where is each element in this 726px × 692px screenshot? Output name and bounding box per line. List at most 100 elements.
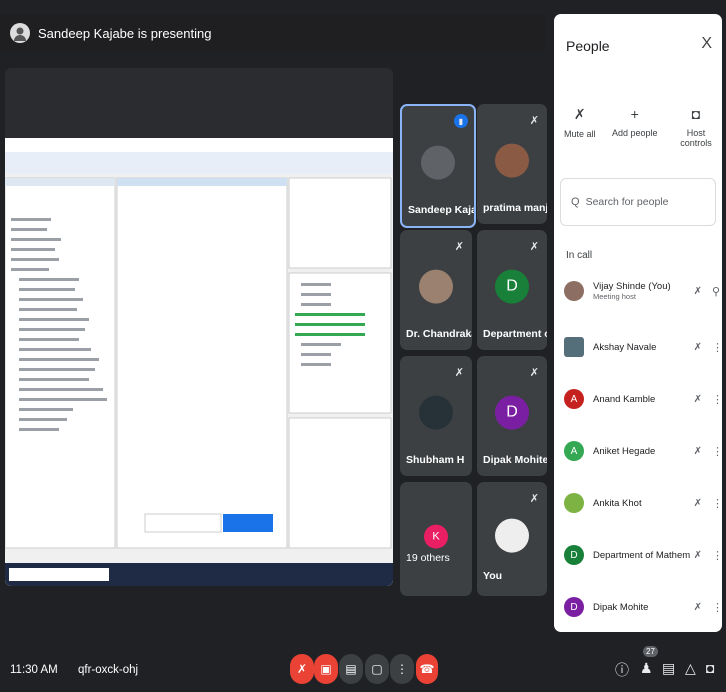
- presentation-bar: Sandeep Kajabe is presenting: [0, 14, 545, 52]
- presenter-avatar: [10, 23, 30, 43]
- camera-off-icon: ▣: [320, 662, 332, 676]
- more-options-icon[interactable]: ⋮: [712, 445, 723, 458]
- tile-name: Department of ...: [483, 328, 547, 340]
- avatar: [421, 145, 455, 180]
- participant-row[interactable]: A Anand Kamble ✗ ⋮: [564, 384, 723, 414]
- add-people-button[interactable]: + Add people: [612, 106, 658, 138]
- mic-off-icon[interactable]: ✗: [694, 602, 702, 613]
- avatar: D: [564, 597, 584, 617]
- activities-icon[interactable]: △: [685, 660, 696, 677]
- avatar: [564, 281, 584, 301]
- avatar: A: [564, 389, 584, 409]
- participant-row[interactable]: A Aniket Hegade ✗ ⋮: [564, 436, 723, 466]
- people-panel: People X ✗ Mute all + Add people ◘ Host …: [554, 14, 723, 632]
- info-icon[interactable]: ⓘ: [615, 660, 629, 680]
- mic-off-icon: ✗: [296, 662, 308, 676]
- mic-off-icon: ✗: [529, 115, 539, 127]
- more-options-icon[interactable]: ⋮: [712, 341, 723, 354]
- mic-off-icon[interactable]: ✗: [694, 342, 702, 353]
- mic-off-icon[interactable]: ✗: [694, 394, 702, 405]
- pin-icon[interactable]: ⚲: [712, 285, 720, 298]
- participant-row[interactable]: Akshay Navale ✗ ⋮: [564, 332, 723, 362]
- tile-name: Sandeep Kajabe: [408, 204, 474, 216]
- participant-row[interactable]: D Department of Mathemat... ✗ ⋮: [564, 540, 723, 570]
- participant-name: Akshay Navale: [593, 341, 657, 353]
- more-options-button[interactable]: ⋮: [390, 654, 414, 684]
- mic-toggle-button[interactable]: ✗: [290, 654, 314, 684]
- mute-all-button[interactable]: ✗ Mute all: [564, 106, 596, 139]
- people-icon[interactable]: ♟: [640, 660, 653, 677]
- more-options-icon[interactable]: ⋮: [712, 601, 723, 614]
- more-options-icon: ⋮: [396, 662, 408, 676]
- avatar: [564, 337, 584, 357]
- participant-name: Ankita Khot: [593, 497, 642, 509]
- host-controls-button[interactable]: ◘ Host controls: [670, 106, 722, 148]
- participant-tile[interactable]: ✗ You: [477, 482, 547, 596]
- search-input[interactable]: Q Search for people: [560, 178, 716, 226]
- host-controls-icon[interactable]: ◘: [706, 660, 714, 676]
- leave-call-button[interactable]: ☎: [416, 654, 438, 684]
- captions-icon: ▤: [345, 662, 357, 676]
- avatar: D: [495, 395, 529, 430]
- control-bar: 11:30 AM qfr-oxck-ohj ✗ ▣ ▤ ▢ ⋮ ☎ ⓘ ♟ 27…: [0, 646, 726, 692]
- participant-row[interactable]: Ankita Khot ✗ ⋮: [564, 488, 723, 518]
- present-icon: ▢: [371, 662, 383, 676]
- tile-name: pratima manjare...: [483, 202, 547, 214]
- camera-toggle-button[interactable]: ▣: [314, 654, 338, 684]
- participant-tile[interactable]: D ✗ Dipak Mohite: [477, 356, 547, 476]
- present-button[interactable]: ▢: [365, 654, 389, 684]
- presentation-title: Sandeep Kajabe is presenting: [38, 25, 212, 41]
- captions-button[interactable]: ▤: [339, 654, 363, 684]
- participant-role: Meeting host: [593, 292, 636, 301]
- avatar: [419, 269, 453, 304]
- mic-off-icon: ✗: [454, 241, 464, 253]
- more-options-icon[interactable]: ⋮: [712, 549, 723, 562]
- panel-title: People: [566, 38, 610, 54]
- mic-off-icon: ✗: [529, 493, 539, 505]
- mic-off-icon: ✗: [454, 367, 464, 379]
- mic-off-icon[interactable]: ✗: [694, 498, 702, 509]
- tile-name: Shubham H: [406, 454, 465, 466]
- participant-tile[interactable]: ▮ Sandeep Kajabe: [400, 104, 476, 228]
- participant-name: Vijay Shinde (You) Meeting host: [593, 281, 690, 301]
- avatar: K: [424, 524, 448, 549]
- participant-tile[interactable]: D ✗ Department of ...: [477, 230, 547, 350]
- mute-all-label: Mute all: [564, 129, 596, 139]
- mic-off-icon[interactable]: ✗: [694, 286, 702, 297]
- mic-off-icon: ✗: [573, 106, 586, 122]
- participant-name: Department of Mathemat...: [593, 549, 690, 561]
- avatar: [495, 518, 529, 553]
- search-placeholder: Search for people: [585, 196, 669, 208]
- avatar: D: [564, 545, 584, 565]
- clock: 11:30 AM: [10, 664, 58, 676]
- participant-row[interactable]: Vijay Shinde (You) Meeting host ✗ ⚲: [564, 276, 720, 306]
- shield-icon: ◘: [691, 106, 701, 122]
- host-controls-label: Host controls: [680, 128, 712, 148]
- hang-up-icon: ☎: [419, 662, 435, 676]
- tile-name: Dipak Mohite: [483, 454, 547, 466]
- chat-icon[interactable]: ▤: [662, 660, 675, 677]
- participant-tile[interactable]: ✗ Dr. Chandrakant ...: [400, 230, 472, 350]
- tile-name: 19 others: [406, 552, 450, 564]
- participant-row[interactable]: D Dipak Mohite ✗ ⋮: [564, 592, 723, 622]
- add-person-icon: +: [630, 106, 639, 122]
- shared-screen: [5, 138, 393, 586]
- people-count-badge: 27: [643, 646, 658, 657]
- participant-tile[interactable]: ✗ pratima manjare...: [477, 104, 547, 224]
- mic-off-icon[interactable]: ✗: [694, 550, 702, 561]
- in-call-label: In call: [566, 250, 593, 261]
- more-options-icon[interactable]: ⋮: [712, 497, 723, 510]
- participant-name: Dipak Mohite: [593, 601, 649, 613]
- mic-off-icon: ✗: [529, 241, 539, 253]
- screen-content: [5, 138, 393, 586]
- speaking-icon: ▮: [454, 114, 468, 128]
- mic-off-icon[interactable]: ✗: [694, 446, 702, 457]
- avatar: A: [564, 441, 584, 461]
- avatar: [495, 143, 529, 178]
- meeting-code: qfr-oxck-ohj: [78, 664, 139, 676]
- participant-tile[interactable]: ✗ Shubham H: [400, 356, 472, 476]
- close-button[interactable]: X: [701, 35, 712, 53]
- tile-name: You: [483, 570, 503, 582]
- participant-tile[interactable]: K 19 others: [400, 482, 472, 596]
- more-options-icon[interactable]: ⋮: [712, 393, 723, 406]
